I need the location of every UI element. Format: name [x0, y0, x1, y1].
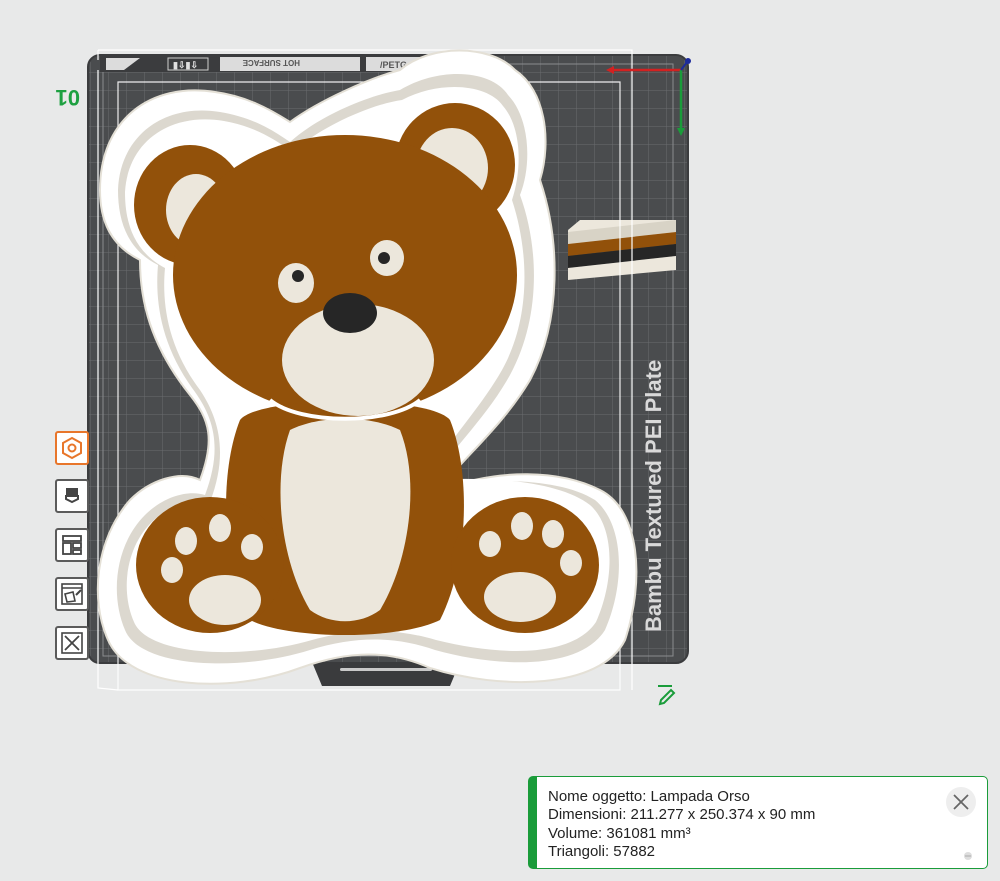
plate-name-label: Bambu Textured PEI Plate [641, 360, 666, 632]
slice-view-button[interactable] [55, 577, 89, 611]
close-tool-button[interactable] [55, 626, 89, 660]
slice-icon [61, 583, 83, 605]
volume-text: Volume: 361081 mm³ [548, 824, 691, 842]
panels-icon [62, 535, 82, 555]
bear-right-paw [451, 497, 599, 633]
object-name-text: Nome oggetto: Lampada Orso [548, 788, 750, 805]
filament-sample-strip [568, 220, 676, 280]
bear-left-paw [136, 497, 284, 633]
plate-edit-icon[interactable] [658, 685, 676, 706]
triangles-text: Triangoli: 57882 [548, 842, 656, 860]
3d-viewport[interactable]: ▮⇩▮⇩ HOT SURFACE /PETG Bambu Textured PE… [0, 0, 1000, 881]
layout-button[interactable] [55, 528, 89, 562]
paint-button[interactable] [55, 479, 89, 513]
close-icon [61, 632, 83, 654]
hexagon-icon [62, 436, 82, 460]
info-close-button[interactable] [946, 787, 976, 817]
paint-bucket-icon [65, 488, 79, 504]
object-info-panel: Nome oggetto: Lampada Orso Dimensioni: 2… [528, 776, 988, 869]
resize-grip-icon[interactable] [961, 852, 975, 860]
svg-text:▮⇩▮⇩: ▮⇩▮⇩ [173, 60, 198, 70]
orient-button[interactable] [55, 431, 89, 465]
hot-surface-text: HOT SURFACE [242, 58, 300, 67]
dimensions-text: Dimensioni: 211.277 x 250.374 x 90 mm [548, 806, 816, 824]
close-icon [953, 794, 969, 810]
plate-id-label: 01 [56, 85, 80, 110]
